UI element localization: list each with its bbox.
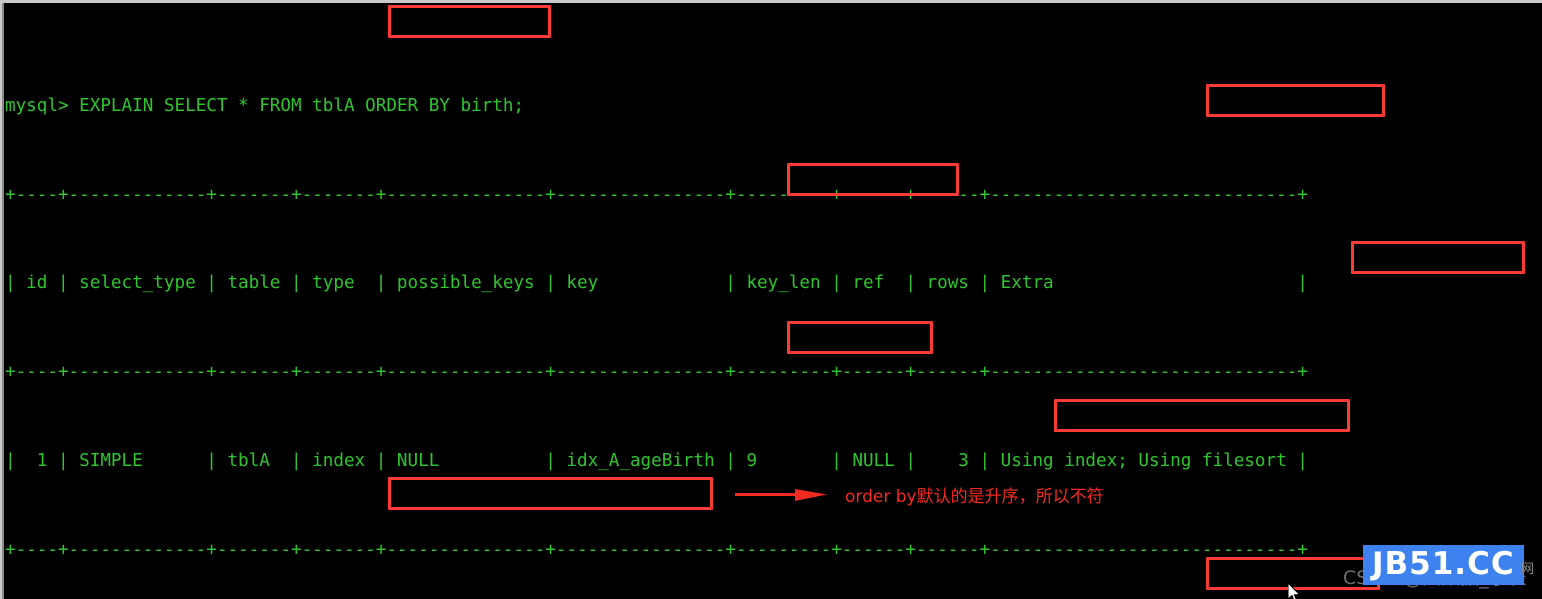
table-separator: +----+-------------+-------+-------+----… <box>5 184 1308 205</box>
window-left-edge <box>0 0 4 599</box>
command-line: mysql> EXPLAIN SELECT * FROM tblA ORDER … <box>5 95 525 116</box>
red-arrow-icon <box>735 489 827 501</box>
jb51-watermark-suffix: 网 <box>1521 562 1535 577</box>
annotation-note-order-by: order by默认的是升序，所以不符 <box>845 487 1104 507</box>
table-header-row: | id | select_type | table | type | poss… <box>5 273 1308 294</box>
table-separator: +----+-------------+-------+-------+----… <box>5 362 1308 383</box>
table-row: | 1 | SIMPLE | tblA | index | NULL | idx… <box>5 450 1308 471</box>
terminal-output: mysql> EXPLAIN SELECT * FROM tblA ORDER … <box>5 3 1542 599</box>
jb51-watermark: JB51.CC <box>1363 545 1524 585</box>
terminal-screenshot: mysql> EXPLAIN SELECT * FROM tblA ORDER … <box>0 0 1542 599</box>
mouse-cursor-icon <box>1288 583 1301 599</box>
table-separator: +----+-------------+-------+-------+----… <box>5 539 1308 560</box>
